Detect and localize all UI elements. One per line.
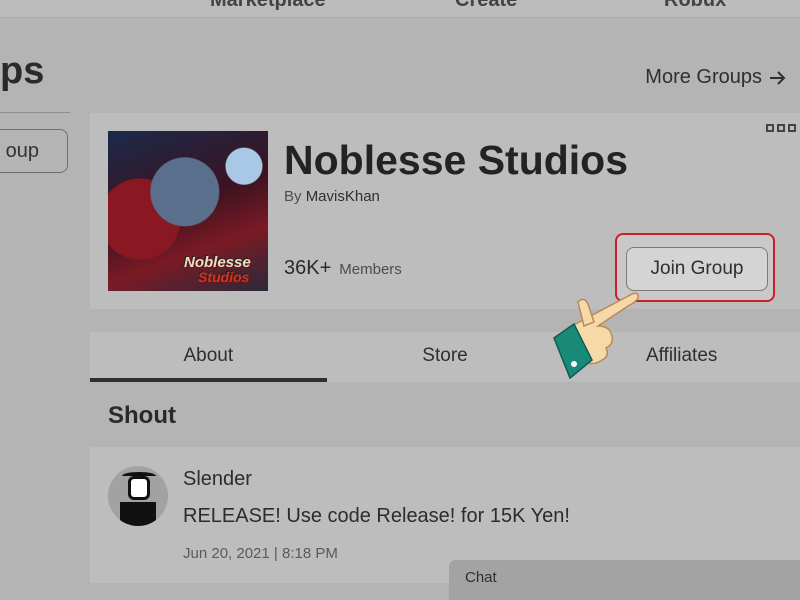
group-owner-line: By MavisKhan [284,188,380,205]
emblem-text-line2: Studios [198,269,250,285]
more-groups-link[interactable]: More Groups [645,66,786,89]
member-count-label: Members [339,261,402,278]
owner-link[interactable]: MavisKhan [306,188,380,205]
create-group-button[interactable]: oup [0,129,68,173]
page-title: ps [0,50,45,92]
member-count-value: 36K+ [284,257,332,279]
pointing-hand-icon [553,292,639,380]
member-count: 36K+ Members [284,257,402,280]
shout-heading: Shout [108,402,176,429]
more-groups-label: More Groups [645,66,762,88]
nav-item-robux[interactable]: Robux [664,0,726,12]
more-options-icon[interactable] [766,124,796,132]
chat-bar[interactable]: Chat [449,560,800,600]
shout-message: RELEASE! Use code Release! for 15K Yen! [183,505,570,527]
group-emblem: Noblesse Studios [108,131,268,291]
shout-timestamp: Jun 20, 2021 | 8:18 PM [183,545,338,562]
nav-item-create[interactable]: Create [455,0,517,12]
arrow-right-icon [770,70,786,85]
join-group-button[interactable]: Join Group [626,247,768,291]
tab-about[interactable]: About [90,332,327,382]
owner-prefix: By [284,188,302,205]
group-name: Noblesse Studios [284,137,629,183]
tab-store[interactable]: Store [327,332,564,382]
shout-author[interactable]: Slender [183,468,252,491]
group-emblem-logo: Noblesse Studios [184,255,251,285]
avatar[interactable] [108,466,168,526]
nav-item-marketplace[interactable]: Marketplace [210,0,326,12]
group-tabs: About Store Affiliates [90,332,800,382]
heading-divider [0,112,70,113]
top-navigation: Marketplace Create Robux [0,0,800,18]
